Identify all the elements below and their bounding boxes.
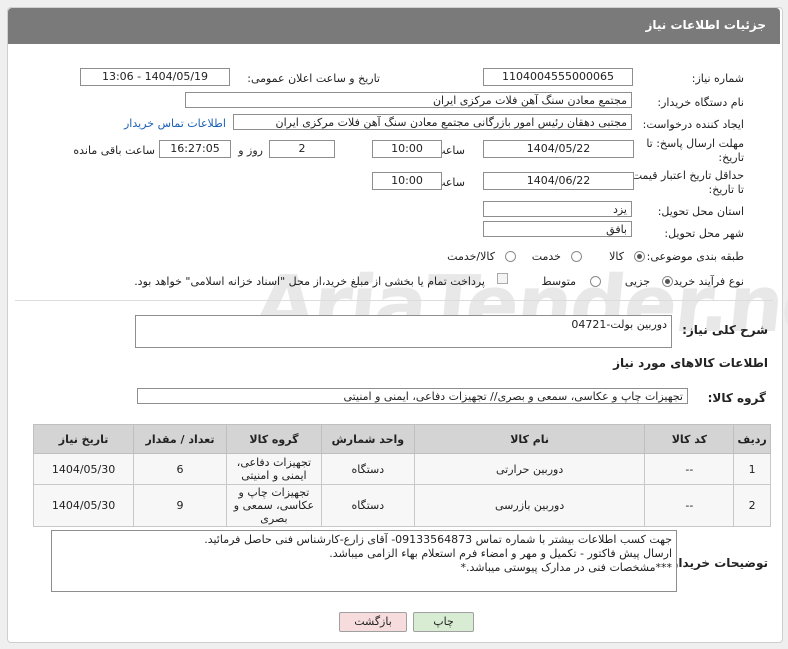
cell-code: --: [644, 484, 735, 527]
col-group-header: گروه کالا: [225, 424, 322, 454]
page-title: جزئیات اطلاعات نیاز: [645, 18, 766, 32]
cell-unit: دستگاه: [320, 484, 415, 527]
page-header: جزئیات اطلاعات نیاز: [8, 8, 780, 44]
reply-deadline-label-line1: مهلت ارسال پاسخ: تا: [646, 137, 744, 150]
buyer-notes-textarea: جهت کسب اطلاعات بیشتر با شماره تماس 0913…: [51, 530, 677, 592]
buyer-notes-line: جهت کسب اطلاعات بیشتر با شماره تماس 0913…: [204, 533, 672, 546]
announce-datetime-field: 1404/05/19 - 13:06: [80, 68, 230, 86]
reply-deadline-time-field: 10:00: [372, 140, 442, 158]
price-validity-date-field: 1404/06/22: [483, 172, 634, 190]
treasury-docs-checkbox[interactable]: [497, 273, 508, 284]
purchase-option-medium: متوسط: [541, 275, 576, 288]
announce-datetime-label: تاریخ و ساعت اعلان عمومی:: [247, 72, 380, 85]
delivery-province-field: یزد: [483, 201, 632, 217]
reply-deadline-date-field: 1404/05/22: [483, 140, 634, 158]
col-code-header: کد کالا: [644, 424, 735, 454]
divider: [15, 300, 773, 301]
category-option-goods: کالا: [609, 250, 624, 263]
cell-qty: 6: [133, 453, 227, 485]
col-date-header: تاریخ نیاز: [32, 424, 135, 454]
category-option-service: خدمت: [531, 250, 561, 263]
buyer-org-field: مجتمع معادن سنگ آهن فلات مرکزی ایران: [185, 92, 632, 108]
col-unit-header: واحد شمارش: [320, 424, 415, 454]
reply-days-label: روز و: [238, 144, 263, 157]
need-number-field: 1104004555000065: [483, 68, 633, 86]
buyer-notes-label: توضیحات خریدار:: [666, 556, 768, 570]
cell-date: 1404/05/30: [32, 453, 135, 485]
table-row[interactable]: 2 -- دوربین بازرسی دستگاه تجهیزات چاپ و …: [32, 484, 771, 527]
purchase-option-minor: جزیی: [624, 275, 650, 288]
cell-row: 2: [733, 484, 771, 527]
requester-field: مجتبی دهقان رئیس امور بازرگانی مجتمع معا…: [233, 114, 632, 130]
description-textarea: دوربین بولت-04721: [135, 315, 672, 348]
cell-group: تجهیزات دفاعی، ایمنی و امنیتی: [225, 453, 322, 485]
back-button[interactable]: بازگشت: [339, 612, 407, 632]
purchase-radio-medium[interactable]: [590, 276, 601, 287]
reply-deadline-label-line2: تاریخ:: [718, 151, 744, 164]
table-row[interactable]: 1 -- دوربین حرارتی دستگاه تجهیزات دفاعی،…: [32, 453, 771, 485]
reply-days-field: 2: [269, 140, 335, 158]
cell-qty: 9: [133, 484, 227, 527]
description-label: شرح کلی نیاز:: [682, 323, 768, 337]
goods-section-title: اطلاعات کالاهای مورد نیاز: [613, 356, 768, 370]
cell-unit: دستگاه: [320, 453, 415, 485]
buyer-notes-line: ارسال پیش فاکتور - تکمیل و مهر و امضاء ف…: [329, 547, 672, 560]
goods-group-label: گروه کالا:: [707, 391, 766, 405]
price-validity-time-field: 10:00: [372, 172, 442, 190]
cell-name: دوربین بازرسی: [413, 484, 646, 527]
cell-row: 1: [733, 453, 771, 485]
purchase-radio-minor[interactable]: [662, 276, 673, 287]
buyer-org-label: نام دستگاه خریدار:: [657, 96, 744, 109]
description-text: دوربین بولت-04721: [571, 318, 667, 331]
delivery-city-field: بافق: [483, 221, 632, 237]
purchase-type-label: نوع فرآیند خرید :: [666, 275, 744, 288]
price-validity-label-line1: حداقل تاریخ اعتبار قیمت:: [628, 169, 744, 182]
delivery-province-label: استان محل تحویل:: [657, 205, 744, 218]
buyer-notes-line: ***مشخصات فنی در مدارک پیوستی میباشد.*: [460, 561, 672, 574]
treasury-docs-note: پرداخت تمام یا بخشی از مبلغ خرید،از محل …: [134, 275, 485, 288]
col-name-header: نام کالا: [413, 424, 646, 454]
print-button[interactable]: چاپ: [413, 612, 474, 632]
cell-group: تجهیزات چاپ و عکاسی، سمعی و بصری: [225, 484, 322, 527]
category-radio-goods[interactable]: [634, 251, 645, 262]
table-header-row: ردیف کد کالا نام کالا واحد شمارش گروه کا…: [32, 424, 771, 454]
remaining-time-field: 16:27:05: [159, 140, 231, 158]
cell-code: --: [644, 453, 735, 485]
cell-date: 1404/05/30: [32, 484, 135, 527]
goods-table: ردیف کد کالا نام کالا واحد شمارش گروه کا…: [32, 424, 771, 527]
category-radio-service[interactable]: [571, 251, 582, 262]
price-validity-label-line2: تا تاریخ:: [708, 183, 744, 196]
col-qty-header: تعداد / مقدار: [133, 424, 227, 454]
requester-label: ایجاد کننده درخواست:: [642, 118, 744, 131]
col-row-header: ردیف: [733, 424, 771, 454]
delivery-city-label: شهر محل تحویل:: [664, 227, 744, 240]
buyer-contact-link[interactable]: اطلاعات تماس خریدار: [124, 117, 226, 130]
category-label: طبقه بندی موضوعی:: [646, 250, 744, 263]
remaining-time-label: ساعت باقی مانده: [73, 144, 155, 157]
category-option-goods-service: کالا/خدمت: [447, 250, 495, 263]
need-number-label: شماره نیاز:: [691, 72, 744, 85]
category-radio-goods-service[interactable]: [505, 251, 516, 262]
cell-name: دوربین حرارتی: [413, 453, 646, 485]
goods-group-field: تجهیزات چاپ و عکاسی، سمعی و بصری// تجهیز…: [137, 388, 688, 404]
